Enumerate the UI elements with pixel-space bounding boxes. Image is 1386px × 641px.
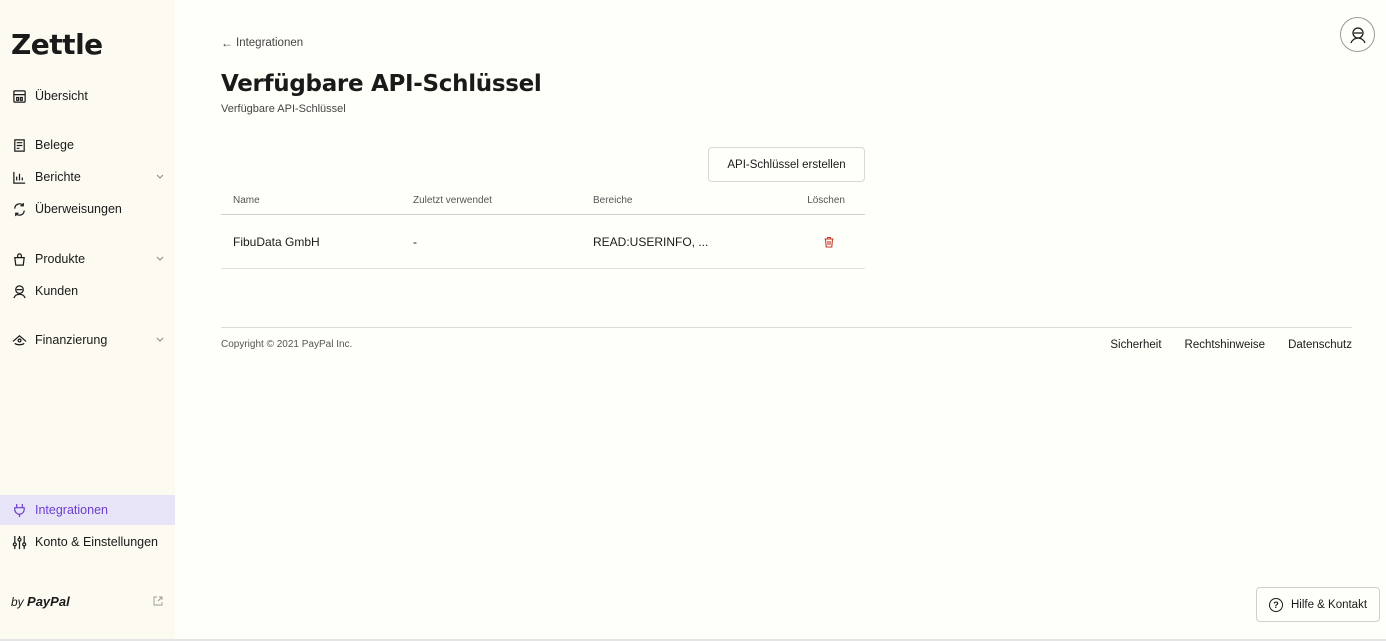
sidebar-item-label: Berichte [35, 170, 81, 184]
sidebar-item-label: Belege [35, 138, 74, 152]
question-icon: ? [1268, 597, 1283, 612]
copyright: Copyright © 2021 PayPal Inc. [221, 339, 353, 350]
sliders-icon [11, 534, 27, 550]
sidebar-item-label: Überweisungen [35, 202, 122, 216]
column-header-delete: Löschen [807, 194, 845, 206]
sidebar-item-kunden[interactable]: Kunden [0, 276, 175, 306]
chevron-down-icon [156, 337, 164, 342]
sidebar-item-label: Integrationen [35, 503, 108, 517]
chevron-down-icon [156, 174, 164, 179]
by-paypal-link[interactable]: by PayPal [11, 594, 70, 609]
sidebar-item-label: Konto & Einstellungen [35, 535, 159, 549]
column-header-name: Name [233, 194, 260, 206]
footer-links: Sicherheit Rechtshinweise Datenschutz [1110, 339, 1352, 351]
sidebar-item-label: Finanzierung [35, 333, 108, 347]
sidebar-item-berichte[interactable]: Berichte [0, 162, 175, 192]
help-contact-button[interactable]: ? Hilfe & Kontakt [1256, 587, 1380, 622]
transfer-icon [11, 201, 27, 217]
row-name: FibuData GmbH [233, 234, 320, 249]
footer-link-sicherheit[interactable]: Sicherheit [1110, 339, 1161, 351]
sidebar-item-konto-einstellungen[interactable]: Konto & Einstellungen [0, 527, 175, 557]
user-avatar-button[interactable] [1340, 17, 1375, 52]
row-scopes: READ:USERINFO, ... [593, 234, 709, 249]
receipt-icon [11, 137, 27, 153]
paypal-logo: PayPal [27, 594, 70, 609]
sidebar-item-finanzierung[interactable]: Finanzierung [0, 325, 175, 355]
footer-divider [221, 327, 1352, 328]
delete-button[interactable] [823, 215, 835, 268]
help-label: Hilfe & Kontakt [1290, 598, 1368, 611]
trash-icon [824, 236, 834, 248]
sidebar: Zettle Übersicht Belege Berichte Überwei… [0, 0, 175, 641]
shopping-bag-icon [11, 251, 27, 267]
sidebar-item-integrationen[interactable]: Integrationen [0, 495, 175, 525]
api-keys-table: Name Zuletzt verwendet Bereiche Löschen … [221, 186, 865, 269]
back-link-label: Integrationen [236, 37, 304, 49]
sidebar-item-uebersicht[interactable]: Übersicht [0, 81, 175, 111]
table-row: FibuData GmbH - READ:USERINFO, ... [221, 215, 865, 269]
plug-icon [11, 502, 27, 518]
column-header-last-used: Zuletzt verwendet [413, 194, 492, 206]
sidebar-item-label: Übersicht [35, 89, 88, 103]
row-last-used: - [413, 234, 417, 249]
arrow-left-icon: ← [221, 36, 233, 50]
table-header: Name Zuletzt verwendet Bereiche Löschen [221, 186, 865, 215]
column-header-scopes: Bereiche [593, 194, 633, 206]
zettle-logo[interactable]: Zettle [11, 28, 103, 61]
create-api-key-button[interactable]: API-Schlüssel erstellen [708, 147, 865, 182]
external-link-icon[interactable] [153, 596, 163, 606]
bar-chart-icon [11, 169, 27, 185]
footer-link-datenschutz[interactable]: Datenschutz [1288, 339, 1352, 351]
chevron-down-icon [156, 256, 164, 261]
finance-icon [11, 332, 27, 348]
sidebar-item-produkte[interactable]: Produkte [0, 244, 175, 274]
sidebar-item-ueberweisungen[interactable]: Überweisungen [0, 194, 175, 224]
by-label: by [11, 595, 24, 609]
footer-link-rechtshinweise[interactable]: Rechtshinweise [1185, 339, 1266, 351]
back-link-integrationen[interactable]: ← Integrationen [221, 36, 303, 50]
sidebar-item-belege[interactable]: Belege [0, 130, 175, 160]
user-avatar-icon [1349, 26, 1366, 43]
customers-icon [11, 283, 27, 299]
store-icon [11, 88, 27, 104]
page-title: Verfügbare API-Schlüssel [221, 71, 542, 97]
sidebar-item-label: Produkte [35, 252, 86, 266]
sidebar-item-label: Kunden [35, 284, 79, 298]
page-subtitle: Verfügbare API-Schlüssel [221, 103, 346, 115]
